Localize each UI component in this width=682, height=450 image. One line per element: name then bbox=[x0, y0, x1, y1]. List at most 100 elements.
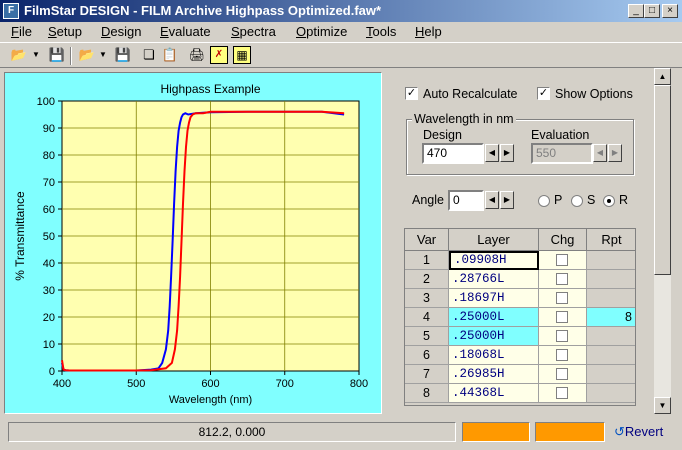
layer-cell[interactable]: .28766L bbox=[449, 270, 539, 289]
open-folder-icon[interactable]: 📂 bbox=[10, 46, 28, 64]
status-indicator-1 bbox=[462, 422, 530, 442]
row-var-cell[interactable]: 6 bbox=[405, 346, 449, 365]
auto-recalculate-label: Auto Recalculate bbox=[423, 87, 518, 101]
chg-checkbox[interactable] bbox=[556, 349, 568, 361]
window-title: FilmStar DESIGN - FILM Archive Highpass … bbox=[24, 3, 382, 18]
menu-setup[interactable]: Setup bbox=[48, 24, 82, 39]
menu-design[interactable]: Design bbox=[101, 24, 141, 39]
angle-increment-button[interactable]: ▶ bbox=[500, 191, 514, 209]
design-wavelength-input[interactable]: 470 bbox=[422, 143, 484, 164]
dropdown-arrow-icon[interactable]: ▼ bbox=[98, 46, 108, 64]
cursor-coordinates: 812.2, 0.000 bbox=[8, 422, 456, 442]
maximize-button[interactable]: □ bbox=[644, 4, 660, 18]
evaluation-label: Evaluation bbox=[531, 128, 590, 142]
open-folder-icon[interactable]: 📂 bbox=[78, 46, 96, 64]
chg-checkbox[interactable] bbox=[556, 254, 568, 266]
row-var-cell[interactable]: 1 bbox=[405, 251, 449, 270]
evaluation-decrement-button[interactable]: ◀ bbox=[593, 144, 607, 162]
toolbar-separator bbox=[70, 47, 72, 65]
revert-label: Revert bbox=[624, 424, 664, 439]
plot-panel[interactable]: 400 500 600 700 800 0 10 20 30 40 50 60 70 80 90 100 Hig… bbox=[4, 72, 382, 414]
x-tick-label: 800 bbox=[350, 378, 368, 390]
rpt-cell[interactable] bbox=[587, 327, 635, 346]
minimize-button[interactable]: _ bbox=[628, 4, 644, 18]
evaluation-wavelength-input[interactable]: 550 bbox=[531, 143, 593, 164]
x-tick-label: 700 bbox=[276, 378, 294, 390]
chg-cell bbox=[539, 384, 587, 403]
pol-p-label: P bbox=[554, 193, 563, 207]
chg-checkbox[interactable] bbox=[556, 311, 568, 323]
layer-grid[interactable]: Var Layer Chg Rpt 1.09908H 2.28766L 3.1869… bbox=[404, 228, 636, 406]
y-tick-label: 0 bbox=[49, 366, 55, 378]
chart-title: Highpass Example bbox=[160, 82, 260, 96]
menu-help[interactable]: Help bbox=[415, 24, 442, 39]
chg-checkbox[interactable] bbox=[556, 387, 568, 399]
dropdown-arrow-icon[interactable]: ▼ bbox=[31, 46, 41, 64]
chg-checkbox[interactable] bbox=[556, 330, 568, 342]
layer-cell[interactable]: .44368L bbox=[449, 384, 539, 403]
revert-button[interactable]: ↺Revert bbox=[614, 424, 663, 440]
chart-icon[interactable]: ✗ bbox=[210, 46, 228, 64]
layer-cell[interactable]: .25000L bbox=[449, 308, 539, 327]
vertical-scrollbar[interactable]: ▲ ▼ bbox=[654, 68, 671, 414]
x-tick-label: 600 bbox=[201, 378, 219, 390]
angle-input[interactable]: 0 bbox=[448, 190, 484, 211]
x-tick-label: 400 bbox=[53, 378, 71, 390]
save-disk-icon[interactable]: 💾 bbox=[114, 46, 132, 64]
row-var-cell[interactable]: 2 bbox=[405, 270, 449, 289]
auto-recalculate-checkbox[interactable]: ✓ bbox=[405, 87, 418, 100]
pol-r-radio[interactable] bbox=[603, 195, 615, 207]
show-options-checkbox[interactable]: ✓ bbox=[537, 87, 550, 100]
layer-cell[interactable]: .18697H bbox=[449, 289, 539, 308]
rpt-cell[interactable] bbox=[587, 384, 635, 403]
rpt-cell[interactable] bbox=[587, 270, 635, 289]
chg-checkbox[interactable] bbox=[556, 368, 568, 380]
rpt-cell[interactable] bbox=[587, 346, 635, 365]
menu-file[interactable]: File bbox=[11, 24, 32, 39]
print-icon[interactable]: 🖨 bbox=[188, 46, 206, 64]
app-icon[interactable]: F bbox=[3, 3, 19, 19]
status-indicator-2 bbox=[535, 422, 605, 442]
menu-spectra[interactable]: Spectra bbox=[231, 24, 276, 39]
rpt-cell[interactable] bbox=[587, 251, 635, 270]
chg-checkbox[interactable] bbox=[556, 292, 568, 304]
design-decrement-button[interactable]: ◀ bbox=[485, 144, 499, 162]
row-var-cell[interactable]: 4 bbox=[405, 308, 449, 327]
pol-p-radio[interactable] bbox=[538, 195, 550, 207]
angle-label: Angle bbox=[412, 193, 444, 207]
show-options-label: Show Options bbox=[555, 87, 633, 101]
copy-icon[interactable]: ❏ bbox=[140, 46, 158, 64]
save-disk-icon[interactable]: 💾 bbox=[48, 46, 66, 64]
row-var-cell[interactable]: 7 bbox=[405, 365, 449, 384]
close-button[interactable]: × bbox=[662, 4, 678, 18]
menu-optimize[interactable]: Optimize bbox=[296, 24, 347, 39]
table-grid-icon[interactable]: ▦ bbox=[233, 46, 251, 64]
x-axis-label: Wavelength (nm) bbox=[169, 394, 252, 406]
angle-decrement-button[interactable]: ◀ bbox=[485, 191, 499, 209]
paste-icon[interactable]: 📋 bbox=[161, 46, 179, 64]
row-var-cell[interactable]: 8 bbox=[405, 384, 449, 403]
scroll-up-button[interactable]: ▲ bbox=[654, 68, 671, 85]
row-var-cell[interactable]: 5 bbox=[405, 327, 449, 346]
undo-icon: ↺ bbox=[614, 424, 625, 439]
layer-cell[interactable]: .09908H bbox=[449, 251, 539, 270]
menu-evaluate[interactable]: Evaluate bbox=[160, 24, 211, 39]
layer-cell[interactable]: .25000H bbox=[449, 327, 539, 346]
menu-bar: File Setup Design Evaluate Spectra Optim… bbox=[0, 22, 682, 42]
menu-tools[interactable]: Tools bbox=[366, 24, 396, 39]
rpt-cell[interactable]: 8 bbox=[587, 308, 635, 327]
chg-cell bbox=[539, 346, 587, 365]
scroll-down-button[interactable]: ▼ bbox=[654, 397, 671, 414]
layer-cell[interactable]: .26985H bbox=[449, 365, 539, 384]
layer-cell[interactable]: .18068L bbox=[449, 346, 539, 365]
status-bar: 812.2, 0.000 ↺Revert bbox=[0, 418, 682, 450]
design-increment-button[interactable]: ▶ bbox=[500, 144, 514, 162]
rpt-cell[interactable] bbox=[587, 365, 635, 384]
evaluation-increment-button[interactable]: ▶ bbox=[608, 144, 622, 162]
pol-s-radio[interactable] bbox=[571, 195, 583, 207]
y-tick-label: 10 bbox=[43, 339, 55, 351]
rpt-cell[interactable] bbox=[587, 289, 635, 308]
row-var-cell[interactable]: 3 bbox=[405, 289, 449, 308]
scroll-thumb[interactable] bbox=[654, 85, 671, 275]
chg-checkbox[interactable] bbox=[556, 273, 568, 285]
